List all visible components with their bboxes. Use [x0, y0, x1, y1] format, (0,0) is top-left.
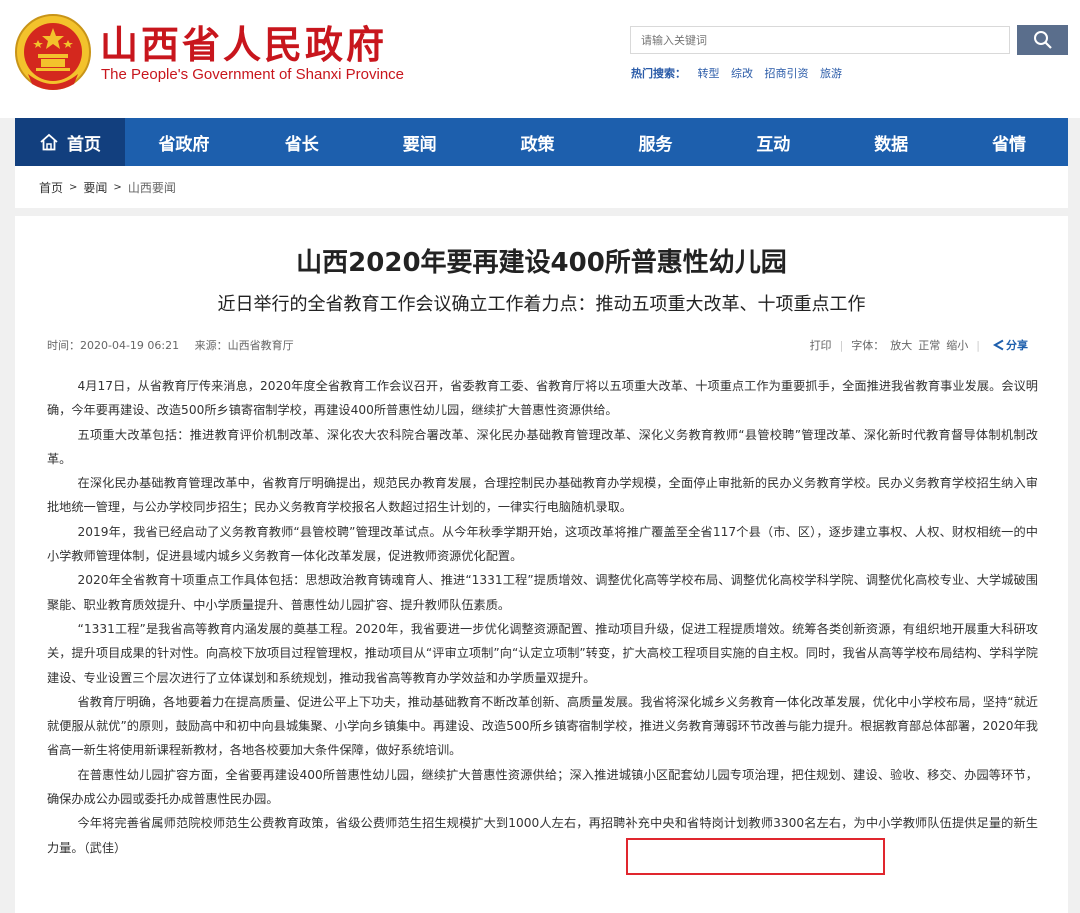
main-nav: 首页 省政府 省长 要闻 政策 服务 互动 数据 省情 [15, 118, 1068, 166]
hot-search-item[interactable]: 旅游 [820, 67, 842, 80]
site-title[interactable]: 山西省人民政府 [100, 14, 387, 69]
emblem-icon[interactable] [14, 12, 92, 96]
nav-item-policy[interactable]: 政策 [479, 118, 597, 166]
article-body: 4月17日，从省教育厅传来消息，2020年度全省教育工作会议召开，省委教育工委、… [47, 374, 1038, 860]
nav-label: 首页 [67, 134, 101, 155]
divider: | [976, 338, 980, 352]
print-button[interactable]: 打印 [810, 337, 832, 353]
paragraph: 在深化民办基础教育管理改革中，省教育厅明确提出，规范民办教育发展，合理控制民办基… [47, 476, 1038, 515]
breadcrumb-current[interactable]: 山西要闻 [128, 179, 176, 196]
font-normal-button[interactable]: 正常 [918, 337, 940, 353]
article-subtitle: 近日举行的全省教育工作会议确立工作着力点：推动五项重大改革、十项重点工作 [217, 294, 866, 315]
nav-item-province-info[interactable]: 省情 [950, 118, 1068, 166]
article-source: 来源：山西省教育厅 [194, 339, 294, 352]
hot-search-item[interactable]: 招商引资 [765, 67, 809, 80]
font-large-button[interactable]: 放大 [890, 337, 912, 353]
paragraph: 4月17日，从省教育厅传来消息，2020年度全省教育工作会议召开，省委教育工委、… [47, 379, 1038, 418]
nav-item-home[interactable]: 首页 [15, 118, 125, 166]
font-size-label: 字体： [851, 339, 885, 352]
paragraph: 省教育厅明确，各地要着力在提高质量、促进公平上下功夫，推动基础教育不断改革创新、… [47, 694, 1038, 758]
breadcrumb-separator: > [69, 181, 78, 193]
hot-search-label: 热门搜索： [631, 67, 686, 80]
article: 山西2020年要再建设400所普惠性幼儿园 近日举行的全省教育工作会议确立工作着… [15, 216, 1068, 913]
site-header: 山西省人民政府 The People's Government of Shanx… [0, 0, 1080, 118]
home-icon [40, 133, 58, 151]
divider: | [839, 338, 844, 352]
hot-search: 热门搜索： 转型 综改 招商引资 旅游 [631, 65, 850, 81]
breadcrumb: 首页 > 要闻 > 山西要闻 [15, 166, 1068, 208]
breadcrumb-home[interactable]: 首页 [39, 179, 63, 196]
article-title: 山西2020年要再建设400所普惠性幼儿园 [296, 248, 787, 278]
highlight-box [626, 838, 885, 875]
nav-item-interaction[interactable]: 互动 [714, 118, 832, 166]
nav-item-service[interactable]: 服务 [597, 118, 715, 166]
nav-item-government[interactable]: 省政府 [125, 118, 243, 166]
nav-item-news[interactable]: 要闻 [361, 118, 479, 166]
search-button[interactable] [1017, 25, 1068, 55]
font-small-button[interactable]: 缩小 [946, 337, 968, 353]
article-tools: 打印 | 字体： 放大 正常 缩小 | 分享 [810, 337, 1028, 353]
share-label: 分享 [1006, 339, 1028, 352]
search-icon [1033, 31, 1052, 49]
hot-search-item[interactable]: 综改 [731, 67, 753, 80]
breadcrumb-news[interactable]: 要闻 [83, 179, 107, 196]
paragraph: 五项重大改革包括：推进教育评价机制改革、深化农大农科院合署改革、深化民办基础教育… [47, 427, 1038, 466]
hot-search-item[interactable]: 转型 [698, 67, 720, 80]
nav-item-governor[interactable]: 省长 [243, 118, 361, 166]
paragraph: 今年将完善省属师范院校师范生公费教育政策，省级公费师范生招生规模扩大到1000人… [47, 816, 1038, 855]
publish-time: 时间：2020-04-19 06:21 [47, 339, 180, 352]
paragraph: 在普惠性幼儿园扩容方面，全省要再建设400所普惠性幼儿园，继续扩大普惠性资源供给… [47, 767, 1038, 807]
search-input[interactable] [630, 26, 1010, 54]
article-meta: 时间：2020-04-19 06:21 来源：山西省教育厅 [47, 337, 306, 353]
share-icon [992, 339, 1004, 351]
share-button[interactable]: 分享 [992, 337, 1028, 353]
site-subtitle: The People's Government of Shanxi Provin… [101, 66, 405, 83]
paragraph: 2020年全省教育十项重点工作具体包括：思想政治教育铸魂育人、推进“1331工程… [47, 573, 1038, 612]
paragraph: “1331工程”是我省高等教育内涵发展的奠基工程。2020年，我省要进一步优化调… [47, 621, 1038, 685]
nav-item-data[interactable]: 数据 [832, 118, 950, 166]
paragraph: 2019年，我省已经启动了义务教育教师“县管校聘”管理改革试点。从今年秋季学期开… [47, 524, 1038, 564]
breadcrumb-separator: > [113, 181, 122, 193]
